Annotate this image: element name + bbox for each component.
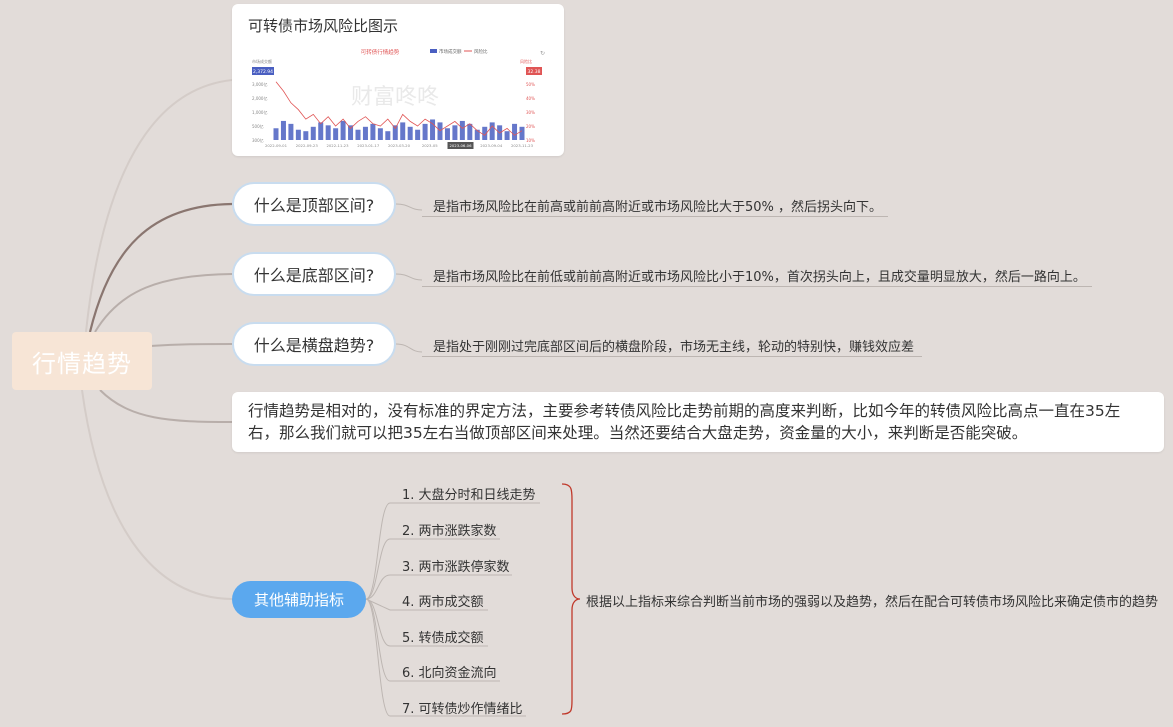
question-top-range-label: 什么是顶部区间? (253, 196, 375, 215)
right-axis-badge-text: 32.38 (528, 69, 541, 75)
volume-bar (318, 122, 324, 140)
y-right-tick-label: 30% (526, 110, 535, 115)
other-indicators-label: 其他辅助指标 (253, 591, 344, 609)
question-bottom-range[interactable]: 什么是底部区间? (232, 252, 396, 296)
x-tick-label: 2022-09-23 (296, 143, 319, 148)
conclusion-text[interactable]: 根据以上指标来综合判断当前市场的强弱以及趋势，然后在配合可转债市场风险比来确定债… (586, 591, 1158, 610)
left-axis-title: 市场成交额 (252, 58, 272, 64)
y-right-tick-label: 40% (526, 96, 535, 101)
chart-card[interactable]: 可转债市场风险比图示 可转债行情趋势 市场成交额 风险比 ↻ 市场成交额 风险比… (232, 4, 564, 156)
x-tick-label: 2023-11-23 (511, 143, 534, 148)
x-tick-label: 2022-09-01 (265, 143, 288, 148)
chart-title: 可转债行情趋势 (361, 48, 400, 56)
volume-bar (459, 120, 465, 140)
y-left-tick-label: 500亿 (252, 123, 264, 129)
volume-bar (504, 131, 510, 140)
note-card[interactable]: 行情趋势是相对的，没有标准的界定方法，主要参考转债风险比走势前期的高度来判断，比… (232, 392, 1164, 452)
indicator-item[interactable]: 6. 北向资金流向 (402, 662, 497, 681)
chart-watermark: 财富咚咚 (351, 85, 439, 110)
volume-bar (370, 123, 376, 140)
volume-bar (437, 122, 443, 140)
volume-bar (273, 128, 279, 140)
grouping-brace (561, 483, 581, 715)
bottom-range-underline (422, 286, 1092, 287)
indicator-item[interactable]: 3. 两市涨跌停家数 (402, 556, 510, 575)
sideways-trend-underline (422, 356, 922, 357)
volume-bar (303, 131, 309, 140)
indicator-item[interactable]: 7. 可转债炒作情绪比 (402, 698, 523, 717)
volume-bar (474, 129, 480, 140)
volume-bar (340, 120, 346, 140)
root-label: 行情趋势 (32, 349, 132, 378)
indicator-item[interactable]: 1. 大盘分时和日线走势 (402, 484, 536, 503)
volume-bar (385, 131, 391, 140)
other-indicators-node[interactable]: 其他辅助指标 (232, 581, 366, 618)
top-range-description: 是指市场风险比在前高或前前高附近或市场风险比大于50% ，然后拐头向下。 (433, 200, 883, 215)
volume-bar (333, 128, 339, 140)
mindmap-connectors (81, 79, 581, 717)
risk-ratio-chart: 可转债行情趋势 市场成交额 风险比 ↻ 市场成交额 风险比 2,372.94 3… (252, 48, 545, 149)
indicator-item[interactable]: 2. 两市涨跌家数 (402, 520, 497, 539)
x-tick-label: 2023-09-04 (480, 143, 503, 148)
volume-bar (467, 123, 473, 140)
volume-bar (280, 120, 286, 140)
legend-volume-swatch (430, 49, 437, 53)
volume-bar (392, 125, 398, 140)
y-right-tick-label: 20% (526, 124, 535, 129)
question-sideways-trend[interactable]: 什么是横盘趋势? (232, 322, 396, 366)
left-axis-badge-text: 2,372.94 (253, 69, 273, 75)
volume-bar (407, 126, 413, 140)
right-axis-title: 风险比 (520, 58, 532, 64)
y-left-tick-label: 300亿 (252, 137, 264, 143)
indicator-item[interactable]: 5. 转债成交额 (402, 627, 484, 646)
volume-bar (377, 128, 383, 140)
volume-bar (519, 126, 525, 140)
volume-bar (422, 123, 428, 140)
legend-risk-label: 风险比 (474, 48, 488, 55)
volume-bar (444, 128, 450, 140)
x-tick-label: 2023-06-06 (449, 143, 472, 148)
volume-bar (489, 122, 495, 140)
volume-bar (355, 129, 361, 140)
legend-volume-label: 市场成交额 (439, 48, 462, 55)
x-tick-label: 2023-03-20 (388, 143, 411, 148)
x-tick-label: 2022-11-23 (326, 143, 349, 148)
note-text: 行情趋势是相对的，没有标准的界定方法，主要参考转债风险比走势前期的高度来判断，比… (248, 402, 1121, 442)
volume-bar (452, 125, 458, 140)
volume-bar (362, 126, 368, 140)
bottom-range-description: 是指市场风险比在前低或前前高附近或市场风险比小于10%，首次拐头向上，且成交量明… (433, 270, 1086, 285)
volume-bar (288, 123, 294, 140)
indicator-item[interactable]: 4. 两市成交额 (402, 591, 484, 610)
y-right-tick-label: 50% (526, 82, 535, 87)
top-range-underline (422, 216, 888, 217)
volume-bar (310, 126, 316, 140)
volume-bar (415, 129, 421, 140)
sideways-trend-description: 是指处于刚刚过完底部区间后的横盘阶段，市场无主线，轮动的特别快，赚钱效应差 (433, 340, 915, 355)
question-sideways-trend-label: 什么是横盘趋势? (253, 336, 375, 355)
x-tick-label: 2023-01-17 (357, 143, 380, 148)
y-left-tick-label: 1,000亿 (252, 109, 267, 115)
reset-icon: ↻ (540, 50, 545, 57)
question-top-range[interactable]: 什么是顶部区间? (232, 182, 396, 226)
chart-card-title: 可转债市场风险比图示 (248, 17, 399, 35)
root-node[interactable]: 行情趋势 (12, 332, 152, 390)
x-tick-label: 2023-05 (422, 143, 438, 148)
volume-bar (348, 125, 354, 140)
volume-bar (400, 122, 406, 140)
volume-bar (325, 125, 331, 140)
volume-bar (295, 129, 301, 140)
y-left-tick-label: 3,000亿 (252, 81, 267, 87)
y-left-tick-label: 2,000亿 (252, 95, 267, 101)
question-bottom-range-label: 什么是底部区间? (253, 266, 375, 285)
volume-bar (512, 123, 518, 140)
